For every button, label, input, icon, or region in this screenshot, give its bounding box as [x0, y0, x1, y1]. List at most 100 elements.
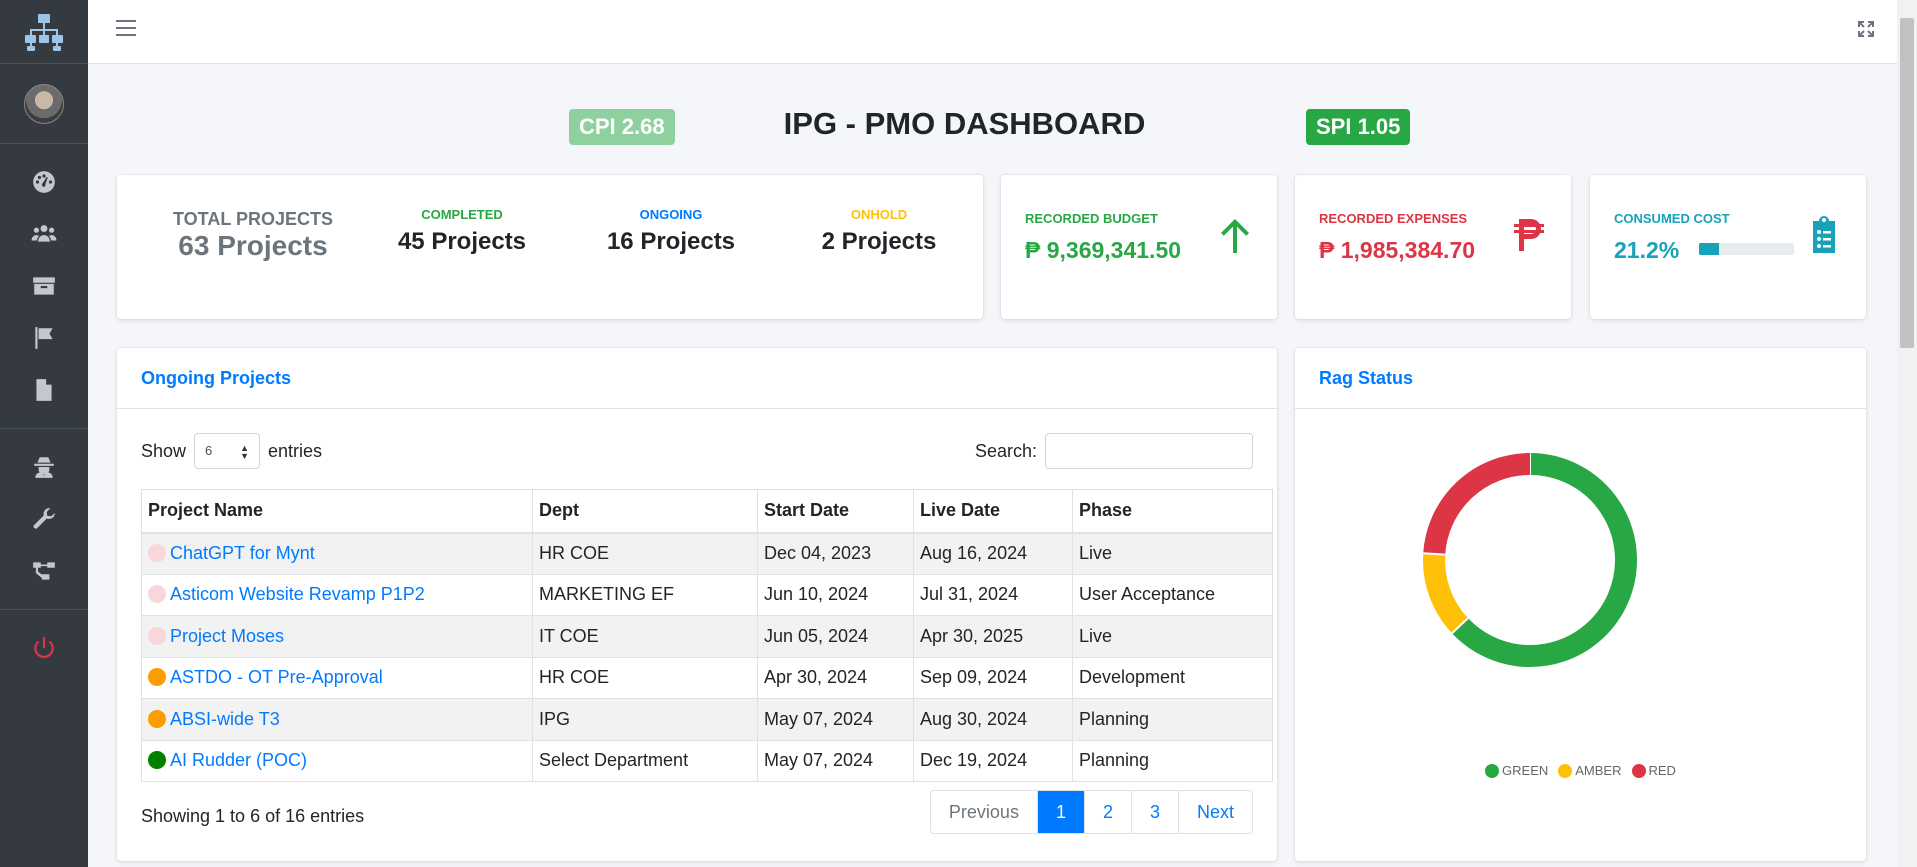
budget-label: RECORDED BUDGET	[1025, 211, 1158, 226]
pagination: Previous 1 2 3 Next	[929, 790, 1253, 834]
top-navbar	[88, 0, 1897, 64]
consumed-progress-bar	[1699, 243, 1794, 255]
table-header-row: Project Name Dept Start Date Live Date P…	[141, 489, 1273, 534]
project-stats-card: TOTAL PROJECTS 63 Projects COMPLETED 45 …	[117, 175, 983, 319]
sidebar-item-spy[interactable]	[0, 441, 88, 493]
consumed-cost-card: CONSUMED COST 21.2%	[1590, 175, 1866, 319]
stat-onhold-label: ONHOLD	[850, 207, 908, 222]
cell-live-date: Aug 16, 2024	[913, 532, 1073, 575]
pagination-page-1[interactable]: 1	[1036, 791, 1084, 833]
cell-start-date: Dec 04, 2023	[757, 532, 914, 575]
sidebar-nav-admin	[0, 429, 88, 610]
app-logo[interactable]	[0, 0, 88, 64]
project-link[interactable]: Asticom Website Revamp P1P2	[170, 584, 425, 604]
page-title: IPG - PMO DASHBOARD	[783, 106, 1146, 141]
sidebar-item-documents[interactable]	[0, 364, 88, 416]
logout-button[interactable]	[0, 622, 88, 674]
consumed-value: 21.2%	[1614, 237, 1680, 263]
budget-value: ₱ 9,369,341.50	[1025, 237, 1182, 263]
recorded-budget-card: RECORDED BUDGET ₱ 9,369,341.50	[1001, 175, 1277, 319]
cell-dept: MARKETING EF	[532, 573, 758, 616]
rag-donut-chart	[1423, 453, 1637, 667]
sidebar-item-users[interactable]	[0, 208, 88, 260]
stat-total-value: 63 Projects	[178, 230, 328, 261]
ongoing-projects-card: Ongoing Projects Show 6 ▲ ▼ entries Searc…	[117, 348, 1277, 861]
cell-start-date: Jun 10, 2024	[757, 573, 914, 616]
sidebar-item-workflow[interactable]	[0, 545, 88, 597]
wrench-icon	[33, 508, 55, 529]
cell-start-date: Apr 30, 2024	[757, 656, 914, 699]
sidebar-nav-main	[0, 144, 88, 429]
pagination-page-2[interactable]: 2	[1083, 791, 1131, 833]
ongoing-projects-header: Ongoing Projects	[117, 348, 1277, 409]
cell-project-name: ChatGPT for Mynt	[141, 532, 533, 575]
sidebar-item-dashboard[interactable]	[0, 156, 88, 208]
show-label: Show	[141, 440, 187, 461]
entries-label: entries	[268, 440, 323, 461]
pagination-previous[interactable]: Previous	[931, 791, 1037, 833]
cell-project-name: ABSI-wide T3	[141, 698, 533, 741]
legend-swatch	[1485, 763, 1500, 778]
sidebar-nav-logout	[0, 610, 88, 686]
consumed-label: CONSUMED COST	[1614, 211, 1730, 226]
pagination-page-3[interactable]: 3	[1130, 791, 1178, 833]
table-row: Project Moses IT COE Jun 05, 2024 Apr 30…	[141, 615, 1273, 658]
cell-phase: Planning	[1072, 698, 1273, 741]
cell-phase: Live	[1072, 615, 1273, 658]
cell-dept: IPG	[532, 698, 758, 741]
column-header-dept[interactable]: Dept	[532, 489, 758, 534]
sidebar-item-settings[interactable]	[0, 493, 88, 545]
cell-start-date: May 07, 2024	[757, 698, 914, 741]
ongoing-projects-table: Project Name Dept Start Date Live Date P…	[141, 489, 1273, 782]
fullscreen-icon[interactable]	[1857, 20, 1875, 38]
scrollbar-thumb[interactable]	[1900, 18, 1914, 348]
donut-slice-red[interactable]	[1423, 453, 1531, 555]
column-header-live-date[interactable]: Live Date	[913, 489, 1073, 534]
rag-status-title: Rag Status	[1319, 368, 1414, 388]
column-header-start-date[interactable]: Start Date	[757, 489, 914, 534]
cell-phase: Live	[1072, 532, 1273, 575]
project-link[interactable]: ABSI-wide T3	[170, 709, 280, 729]
entries-select-value: 6	[205, 443, 213, 458]
page-scrollbar[interactable]	[1897, 0, 1917, 867]
project-link[interactable]: ASTDO - OT Pre-Approval	[170, 667, 383, 687]
ongoing-projects-title: Ongoing Projects	[141, 368, 292, 388]
rag-status-dot	[148, 751, 166, 769]
project-link[interactable]: AI Rudder (POC)	[170, 750, 307, 770]
rag-status-dot	[148, 585, 166, 603]
stat-ongoing-value: 16 Projects	[606, 228, 736, 255]
table-row: ChatGPT for Mynt HR COE Dec 04, 2023 Aug…	[141, 532, 1273, 575]
legend-item-green[interactable]: GREEN	[1485, 763, 1548, 778]
sidebar-item-projects[interactable]	[0, 260, 88, 312]
cell-project-name: AI Rudder (POC)	[141, 739, 533, 782]
donut-slice-green[interactable]	[1452, 453, 1637, 667]
pagination-next[interactable]: Next	[1177, 791, 1252, 833]
entries-select[interactable]: 6 ▲ ▼	[194, 433, 261, 469]
table-search-control: Search:	[975, 433, 1253, 469]
legend-item-amber[interactable]: AMBER	[1558, 763, 1622, 778]
donut-slice-amber[interactable]	[1423, 553, 1469, 634]
donut-separator	[1423, 552, 1446, 556]
org-chart-icon	[25, 13, 63, 51]
user-secret-icon	[34, 457, 54, 478]
sidebar-item-milestones[interactable]	[0, 312, 88, 364]
column-header-phase[interactable]: Phase	[1072, 489, 1273, 534]
sort-arrows-icon: ▲ ▼	[240, 443, 250, 461]
cell-phase: Planning	[1072, 739, 1273, 782]
project-link[interactable]: Project Moses	[170, 626, 284, 646]
cell-start-date: Jun 05, 2024	[757, 615, 914, 658]
project-link[interactable]: ChatGPT for Mynt	[170, 543, 315, 563]
cell-live-date: Apr 30, 2025	[913, 615, 1073, 658]
search-input[interactable]	[1045, 433, 1253, 469]
rag-status-dot	[148, 543, 166, 562]
avatar[interactable]	[24, 83, 64, 124]
menu-toggle-icon[interactable]	[116, 20, 136, 38]
chart-legend: GREEN AMBER RED	[1295, 763, 1866, 778]
legend-label: GREEN	[1502, 763, 1549, 778]
legend-item-red[interactable]: RED	[1631, 763, 1676, 778]
spi-badge: SPI 1.05	[1306, 109, 1411, 145]
cell-live-date: Sep 09, 2024	[913, 656, 1073, 699]
arrow-up-icon	[1221, 219, 1249, 253]
column-header-project-name[interactable]: Project Name	[141, 489, 533, 534]
users-icon	[31, 225, 57, 242]
